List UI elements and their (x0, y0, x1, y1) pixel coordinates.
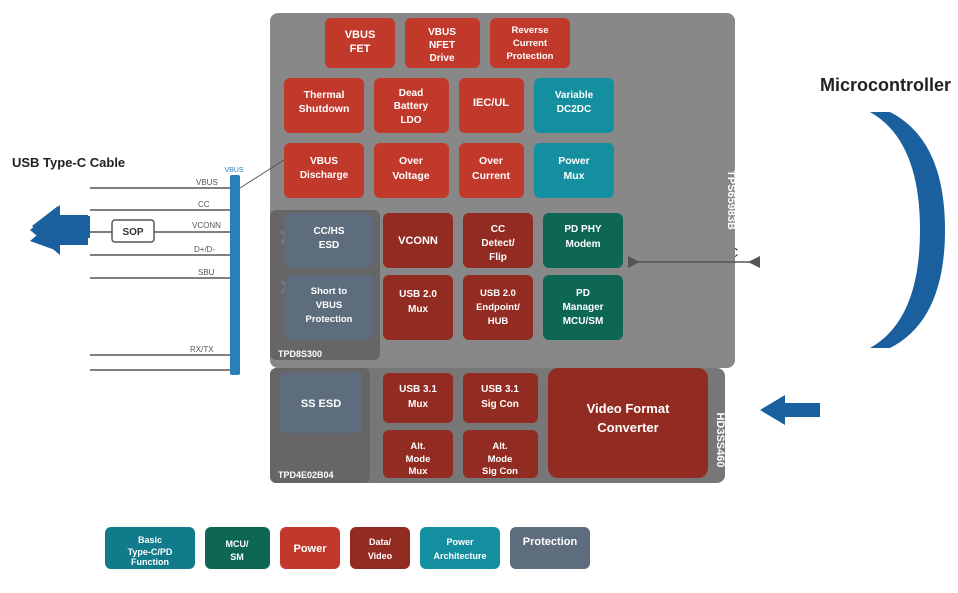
vbus-nfet-label2: NFET (429, 40, 455, 51)
pd-manager-label2: Manager (562, 302, 603, 313)
power-mux-label2: Mux (564, 170, 585, 182)
diagram-container: USB Type-C Cable Microcontroller I2C VBU… (0, 0, 958, 593)
usb20-mux-label2: Mux (408, 304, 428, 315)
vbus-fet-label2: FET (350, 43, 371, 55)
video-arrow (760, 395, 820, 425)
usb31-mux-label2: Mux (408, 399, 428, 410)
ss-esd-label: SS ESD (301, 398, 341, 410)
short-label3: Protection (306, 314, 353, 325)
diagram-svg: VBUS CC VCONN D+/D- SBU RX/TX SOP VBUS T… (0, 0, 958, 593)
legend-arch-label2: Architecture (433, 551, 486, 561)
reverse-label2: Current (513, 38, 548, 49)
variable-label2: DC2DC (557, 104, 591, 115)
legend-protection (510, 527, 590, 569)
vbus-fet-label: VBUS (345, 29, 376, 41)
pd-phy-label2: Modem (566, 239, 601, 250)
cc-detect-label1: CC (491, 224, 505, 235)
short-label2: VBUS (316, 300, 342, 311)
over-voltage-label1: Over (399, 155, 423, 167)
usb20-ep-label2: Endpoint/ (476, 302, 520, 313)
cc-text: CC (198, 200, 210, 209)
thermal-label2: Shutdown (299, 103, 350, 115)
usb31-mux-label1: USB 3.1 (399, 384, 437, 395)
variable-label1: Variable (555, 90, 594, 101)
tpd8-label-text: TPD8S300 (278, 349, 322, 359)
vconn-label: VCONN (398, 235, 438, 247)
legend-data-label2: Video (368, 551, 393, 561)
usb-double-arrow (30, 205, 88, 255)
usb20-ep-label3: HUB (488, 316, 509, 327)
legend-arch-label1: Power (446, 537, 474, 547)
rxtx-text: RX/TX (190, 345, 214, 354)
alt-mux-label1: Alt. (410, 441, 425, 452)
cc-detect-label3: Flip (489, 252, 507, 263)
power-mux-label1: Power (558, 155, 590, 167)
legend-power-label: Power (293, 543, 327, 555)
thermal-label1: Thermal (304, 89, 345, 101)
usb31-sigcon-label2: Sig Con (481, 399, 519, 410)
legend-mcu-label2: SM (230, 552, 244, 562)
vconn-text: VCONN (192, 221, 221, 230)
hd3-label-text: HD3SS460 (714, 412, 726, 467)
legend-data-video (350, 527, 410, 569)
usb20-ep-label1: USB 2.0 (480, 288, 516, 299)
usb31-sigcon-label1: USB 3.1 (481, 384, 519, 395)
vbus-bar (230, 175, 240, 375)
legend-mcu-label1: MCU/ (226, 539, 249, 549)
vbus-text: VBUS (196, 178, 218, 187)
alt-mux-label3: Mux (409, 466, 429, 477)
short-label1: Short to (311, 286, 348, 297)
iec-label: IEC/UL (473, 97, 509, 109)
mcu-shape (870, 112, 945, 348)
tpd4-label-text: TPD4E02B04 (278, 470, 334, 480)
dead-battery-label3: LDO (400, 115, 421, 126)
cc-detect-label2: Detect/ (481, 238, 515, 249)
vbus-bar-label: VBUS (224, 167, 243, 174)
legend-protection-label1: Protection (523, 536, 578, 548)
over-current-label2: Current (472, 170, 510, 182)
alt-sigcon-label1: Alt. (492, 441, 507, 452)
vbus-discharge-label2: Discharge (300, 170, 349, 181)
i2c-arrow-right (748, 256, 760, 268)
usb20-mux-label1: USB 2.0 (399, 289, 437, 300)
dead-battery-label1: Dead (399, 88, 423, 99)
dp-text: D+/D- (194, 245, 215, 254)
legend-basic-label3: Function (131, 557, 169, 567)
legend-basic-label2: Type-C/PD (128, 547, 173, 557)
vbus-discharge-label1: VBUS (310, 156, 338, 167)
video-label1: Video Format (587, 401, 671, 416)
vbus-nfet-label: VBUS (428, 27, 456, 38)
sop-text: SOP (122, 227, 143, 238)
over-current-label1: Over (479, 155, 503, 167)
dead-battery-label2: Battery (394, 101, 429, 112)
alt-sigcon-label2: Mode (488, 454, 513, 465)
video-label2: Converter (597, 420, 658, 435)
usb31-mux-chip (383, 373, 453, 423)
pd-manager-label3: MCU/SM (563, 316, 604, 327)
cc-hs-label1: CC/HS (313, 226, 344, 237)
legend-power-arch (420, 527, 500, 569)
pd-phy-label1: PD PHY (564, 224, 602, 235)
vbus-nfet-label3: Drive (429, 53, 454, 64)
alt-sigcon-label3: Sig Con (482, 466, 518, 477)
reverse-label1: Reverse (512, 25, 549, 36)
reverse-label3: Protection (507, 51, 554, 62)
legend-data-label1: Data/ (369, 537, 392, 547)
usb31-sigcon-chip (463, 373, 538, 423)
tps-label: TPS65983B (725, 170, 737, 230)
sbu-text: SBU (198, 268, 215, 277)
legend-basic-label1: Basic (138, 535, 162, 545)
alt-mux-label2: Mode (406, 454, 431, 465)
over-voltage-label2: Voltage (392, 170, 429, 182)
cc-hs-label2: ESD (319, 240, 340, 251)
pd-manager-label1: PD (576, 288, 590, 299)
